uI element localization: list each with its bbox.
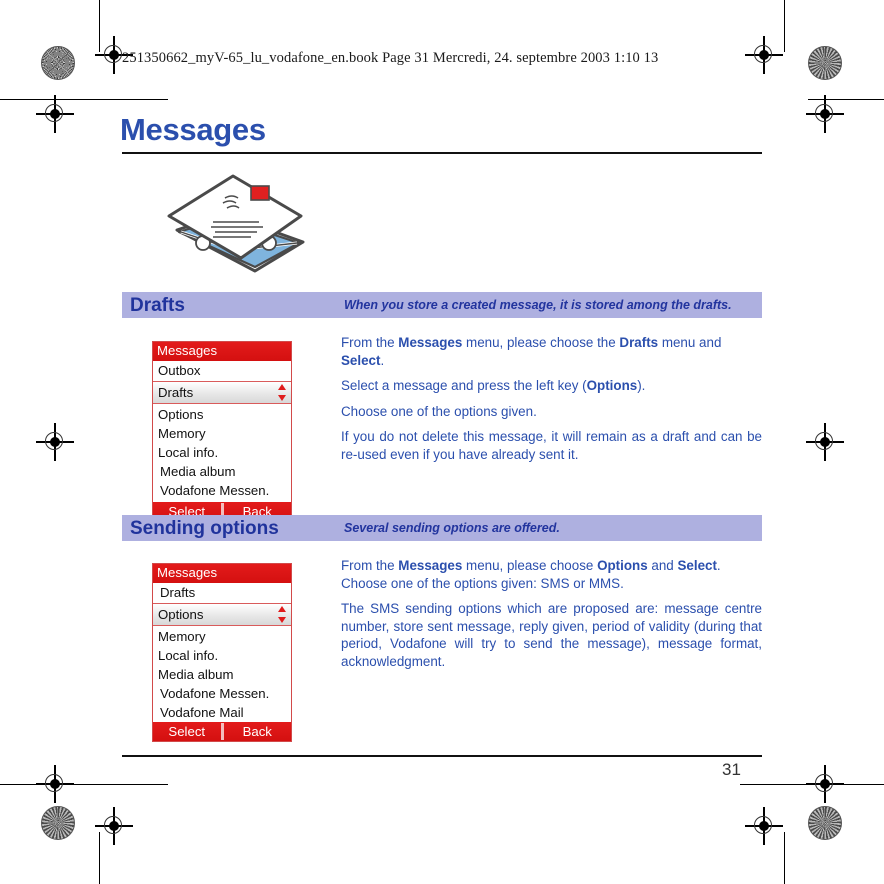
print-header-text: 251350662_myV-65_lu_vodafone_en.book Pag… bbox=[122, 50, 659, 66]
phone-list-item[interactable]: Vodafone Messen. bbox=[153, 684, 291, 703]
registration-target-bottom-right bbox=[745, 807, 783, 845]
title-divider bbox=[122, 152, 762, 154]
section-title: Drafts bbox=[130, 295, 185, 316]
footer-divider bbox=[122, 755, 762, 757]
paragraph: Select a message and press the left key … bbox=[341, 378, 646, 393]
phone-list-item[interactable]: Outbox bbox=[153, 361, 291, 380]
section-subtitle: When you store a created message, it is … bbox=[344, 298, 732, 312]
phone-screen-mockup-sending-options: Messages Drafts Options Memory Local inf… bbox=[152, 563, 292, 742]
trim-line-top-right-v bbox=[784, 0, 785, 52]
phone-list-item[interactable]: Vodafone Mail bbox=[153, 703, 291, 722]
phone-selected-item-label: Drafts bbox=[158, 385, 194, 400]
paragraph: Choose one of the options given: SMS or … bbox=[341, 575, 624, 591]
paragraph: From the Messages menu, please choose Op… bbox=[341, 558, 721, 573]
phone-list-item[interactable]: Media album bbox=[153, 665, 291, 684]
scroll-arrows-icon[interactable] bbox=[278, 384, 287, 401]
registration-target-bottom-left bbox=[95, 807, 133, 845]
trim-line-bottom-right-v bbox=[784, 832, 785, 884]
registration-target-upper-left bbox=[36, 95, 74, 133]
phone-selected-item[interactable]: Options bbox=[153, 603, 291, 626]
softkey-back[interactable]: Back bbox=[224, 723, 292, 740]
paragraph: If you do not delete this message, it wi… bbox=[341, 429, 762, 462]
rosette-mark-top-left bbox=[41, 46, 75, 80]
registration-target-mid-right bbox=[806, 423, 844, 461]
envelope-with-letter-illustration bbox=[163, 172, 309, 282]
registration-target-lower-left bbox=[36, 765, 74, 803]
phone-titlebar: Messages bbox=[153, 564, 291, 583]
phone-list-item[interactable]: Options bbox=[153, 405, 291, 424]
phone-selected-item-label: Options bbox=[158, 607, 204, 622]
phone-selected-item[interactable]: Drafts bbox=[153, 381, 291, 404]
phone-list-item[interactable]: Memory bbox=[153, 627, 291, 646]
rosette-mark-bottom-left bbox=[41, 806, 75, 840]
section-subtitle: Several sending options are offered. bbox=[344, 521, 560, 535]
registration-target-upper-right bbox=[806, 95, 844, 133]
registration-target-lower-right bbox=[806, 765, 844, 803]
softkey-select[interactable]: Select bbox=[153, 723, 221, 740]
phone-softkey-bar: Select Back bbox=[153, 722, 291, 741]
registration-target-top-right bbox=[745, 36, 783, 74]
section-header-sending-options: Sending options Several sending options … bbox=[122, 515, 762, 541]
phone-list-item[interactable]: Drafts bbox=[153, 583, 291, 602]
section-body-drafts: From the Messages menu, please choose th… bbox=[341, 334, 762, 471]
page-title: Messages bbox=[120, 112, 266, 147]
phone-list-item[interactable]: Media album bbox=[153, 462, 291, 481]
phone-titlebar: Messages bbox=[153, 342, 291, 361]
registration-target-mid-left bbox=[36, 423, 74, 461]
page-number: 31 bbox=[722, 760, 741, 779]
rosette-mark-bottom-right bbox=[808, 806, 842, 840]
phone-list-item[interactable]: Local info. bbox=[153, 443, 291, 462]
section-body-sending-options: From the Messages menu, please choose Op… bbox=[341, 557, 762, 678]
phone-list-item[interactable]: Memory bbox=[153, 424, 291, 443]
paragraph: From the Messages menu, please choose th… bbox=[341, 335, 722, 368]
paragraph: Choose one of the options given. bbox=[341, 403, 537, 419]
section-header-drafts: Drafts When you store a created message,… bbox=[122, 292, 762, 318]
section-title: Sending options bbox=[130, 518, 279, 539]
paragraph: The SMS sending options which are propos… bbox=[341, 601, 762, 669]
phone-screen-mockup-drafts: Messages Outbox Drafts Options Memory Lo… bbox=[152, 341, 292, 522]
phone-list-item[interactable]: Local info. bbox=[153, 646, 291, 665]
scroll-arrows-icon[interactable] bbox=[278, 606, 287, 623]
phone-list-item[interactable]: Vodafone Messen. bbox=[153, 481, 291, 500]
rosette-mark-top-right bbox=[808, 46, 842, 80]
